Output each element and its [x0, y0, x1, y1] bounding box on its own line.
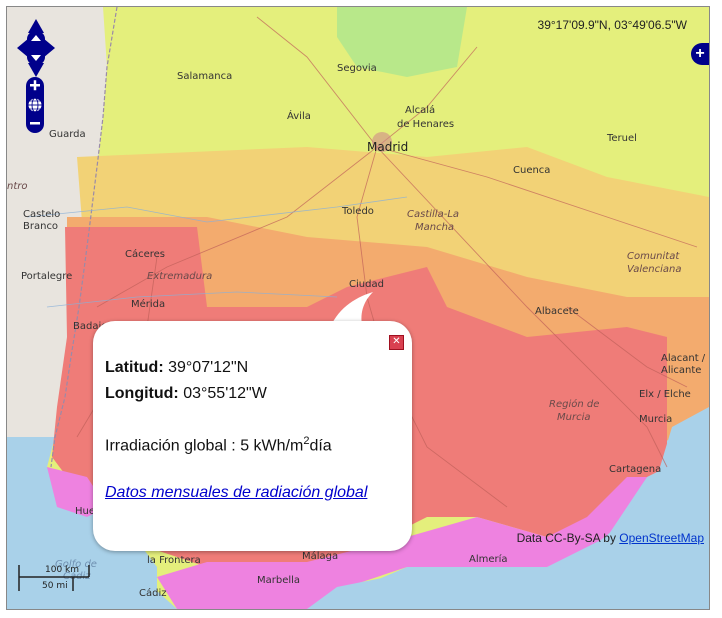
latitude-row: Latitud: 39°07'12"N: [105, 359, 248, 377]
region-label-mancha: Mancha: [415, 222, 454, 233]
region-label-murcia: Murcia: [557, 412, 590, 423]
city-label-segovia: Segovia: [337, 63, 377, 74]
city-label-teruel: Teruel: [606, 133, 637, 144]
city-label-guarda: Guarda: [49, 129, 86, 140]
zoom-out-icon[interactable]: [30, 122, 40, 125]
monthly-radiation-link[interactable]: Datos mensuales de radiación global: [105, 484, 367, 501]
city-label-jerez: la Frontera: [147, 555, 201, 566]
longitude-row: Longitud: 03°55'12"W: [105, 385, 267, 403]
city-label-madrid: Madrid: [367, 140, 408, 154]
region-label-region: Región de: [549, 398, 599, 410]
city-label-toledo: Toledo: [341, 206, 374, 217]
osm-link[interactable]: OpenStreetMap: [619, 531, 704, 545]
scale-bar: 100 km 50 mi: [17, 563, 107, 593]
irradiation-label: Irradiación global : 5 kWh/m: [105, 437, 304, 455]
city-label-cadiz: Cádiz: [139, 587, 167, 599]
city-label-cartagena: Cartagena: [609, 464, 661, 475]
city-label-alacant: Alacant /: [661, 353, 706, 364]
city-label-malaga: Málaga: [302, 550, 338, 562]
zoom-control: [26, 77, 44, 133]
longitude-value: 03°55'12"W: [183, 385, 267, 402]
city-label-avila: Ávila: [287, 109, 311, 122]
irradiation-row: Irradiación global : 5 kWh/m2día: [105, 435, 332, 455]
city-label-albacete: Albacete: [535, 306, 579, 317]
pan-control: [17, 19, 55, 77]
world-icon[interactable]: [27, 97, 43, 113]
city-label-ciudad: Ciudad: [349, 279, 384, 290]
city-label-elx: Elx / Elche: [639, 389, 691, 400]
link-row: Datos mensuales de radiación global: [105, 484, 367, 502]
layer-switcher-button[interactable]: +: [691, 43, 709, 65]
city-label-henares: de Henares: [397, 119, 454, 130]
map-attribution: Data CC-By-SA by OpenStreetMap: [517, 531, 704, 545]
city-label-caceres: Cáceres: [125, 248, 165, 260]
city-label-merida: Mérida: [131, 298, 165, 310]
city-label-alicante: Alicante: [661, 365, 701, 376]
city-label-portalegre: Portalegre: [21, 271, 72, 282]
region-label-valenciana: Valenciana: [627, 264, 681, 275]
city-label-alcala: Alcalá: [405, 104, 435, 116]
city-label-branco: Branco: [23, 221, 58, 232]
city-label-almeria: Almería: [469, 553, 508, 565]
region-label-comunitat: Comunitat: [627, 251, 680, 262]
layer-switcher-plus-icon: +: [695, 45, 705, 62]
region-label-castilla: Castilla-La: [407, 209, 459, 220]
cursor-coordinates: 39°17'09.9"N, 03°49'06.5"W: [537, 18, 687, 32]
irradiation-unit: día: [309, 437, 332, 455]
region-label-extremadura: Extremadura: [147, 271, 212, 282]
map-viewport[interactable]: Segovia Salamanca Ávila Alcalá de Henare…: [6, 6, 710, 610]
scale-km-label: 100 km: [45, 565, 80, 575]
city-label-cuenca: Cuenca: [513, 165, 550, 176]
region-label-ntro: ntro: [7, 181, 28, 192]
latitude-label: Latitud:: [105, 359, 164, 376]
longitude-label: Longitud:: [105, 385, 179, 402]
pan-down-icon[interactable]: [28, 63, 44, 77]
city-label-murcia: Murcia: [639, 414, 672, 425]
city-label-salamanca: Salamanca: [177, 71, 232, 82]
scale-mi-label: 50 mi: [42, 581, 68, 591]
latitude-value: 39°07'12"N: [168, 359, 249, 376]
pan-up-icon[interactable]: [28, 19, 44, 33]
city-label-marbella: Marbella: [257, 575, 300, 586]
city-label-castelo: Castelo: [23, 209, 60, 220]
info-popup: ✕ Latitud: 39°07'12"N Longitud: 03°55'12…: [93, 321, 412, 551]
close-icon[interactable]: ✕: [389, 335, 404, 350]
attribution-text: Data CC-By-SA by: [516, 531, 620, 545]
